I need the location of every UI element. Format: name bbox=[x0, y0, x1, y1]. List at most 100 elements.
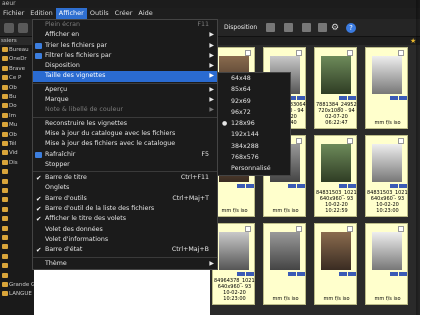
view-menu-item[interactable]: Mise à jour du catalogue avec les fichie… bbox=[33, 129, 217, 139]
select-checkbox[interactable] bbox=[245, 226, 251, 232]
folder-panel-title: ssiers bbox=[0, 37, 34, 45]
view-menu-item[interactable]: Thème ▶ bbox=[33, 259, 217, 269]
select-checkbox[interactable] bbox=[398, 138, 404, 144]
thumbnail-size-option[interactable]: 192x144 bbox=[218, 129, 290, 140]
view-menu-item[interactable]: Volet des données bbox=[33, 225, 217, 235]
menu-item-2[interactable]: Afficher bbox=[55, 8, 87, 19]
app-icon[interactable] bbox=[4, 23, 14, 33]
help-icon[interactable]: ? bbox=[346, 23, 356, 33]
view-menu-item[interactable]: ✔ Barre d'outil de la liste des fichiers bbox=[33, 204, 217, 214]
menu-item-4[interactable]: Créer bbox=[112, 8, 136, 19]
view-menu-item[interactable]: Rafraîchir F5 bbox=[33, 150, 217, 160]
layout-button[interactable]: Disposition bbox=[224, 22, 257, 34]
select-checkbox[interactable] bbox=[347, 50, 353, 56]
folder-tree-item[interactable]: Tél bbox=[0, 140, 34, 149]
view-menu-item[interactable]: ✔ Barre d'outils Ctrl+Maj+T bbox=[33, 194, 217, 204]
thumbnail-size-option[interactable]: Personnalisé bbox=[218, 163, 290, 174]
thumbnail-size-option[interactable]: 64x48 bbox=[218, 73, 290, 84]
folder-tree-item[interactable]: Bureau bbox=[0, 46, 34, 55]
folder-tree-item[interactable]: Bu bbox=[0, 93, 34, 102]
sort-icon[interactable] bbox=[284, 23, 293, 32]
thumbnail-cell[interactable]: mm f/s iso bbox=[365, 47, 408, 129]
select-checkbox[interactable] bbox=[347, 138, 353, 144]
folder-tree-item[interactable] bbox=[0, 187, 34, 196]
view-menu-item[interactable]: Disposition ▶ bbox=[33, 61, 217, 71]
select-checkbox[interactable] bbox=[296, 226, 302, 232]
view-menu-item[interactable]: Onglets bbox=[33, 183, 217, 193]
folder-tree-item[interactable] bbox=[0, 196, 34, 205]
thumbnail-size-option[interactable]: 384x288 bbox=[218, 141, 290, 152]
filter-icon[interactable] bbox=[302, 23, 311, 32]
folder-tree-item[interactable]: Grande Guerre Octobre 2 bbox=[0, 281, 34, 290]
folder-tree-item[interactable] bbox=[0, 178, 34, 187]
folder-tree-item[interactable] bbox=[0, 215, 34, 224]
view-menu-item[interactable]: Reconstruire les vignettes bbox=[33, 119, 217, 129]
folder-tree-item[interactable]: Mu bbox=[0, 121, 34, 130]
folder-tree-item[interactable] bbox=[0, 206, 34, 215]
view-menu-item[interactable]: Aperçu ▶ bbox=[33, 85, 217, 95]
folder-tree-item[interactable]: Vid bbox=[0, 149, 34, 158]
menu-item-5[interactable]: Aide bbox=[135, 8, 155, 19]
folder-tree-item[interactable]: LANGUE bbox=[0, 290, 34, 299]
select-checkbox[interactable] bbox=[398, 226, 404, 232]
view-menu-item[interactable]: Stopper bbox=[33, 160, 217, 170]
select-checkbox[interactable] bbox=[347, 226, 353, 232]
thumbnail-size-option[interactable]: 85x64 bbox=[218, 84, 290, 95]
folder-tree-item[interactable]: OneDr bbox=[0, 55, 34, 64]
view-menu-item[interactable]: ✔ Barre de titre Ctrl+F11 bbox=[33, 173, 217, 183]
menu-item-label: Volet d'informations bbox=[45, 235, 109, 243]
menu-item-icon bbox=[35, 52, 42, 59]
folder-tree-item[interactable] bbox=[0, 253, 34, 262]
badge-icon bbox=[288, 272, 296, 276]
folder-tree-item[interactable] bbox=[0, 272, 34, 281]
menu-item-label: Onglets bbox=[45, 184, 70, 192]
folder-tree-item[interactable] bbox=[0, 262, 34, 271]
view-menu-item[interactable]: ✔ Barre d'état Ctrl+Maj+B bbox=[33, 245, 217, 255]
view-menu-item[interactable]: Volet d'informations bbox=[33, 235, 217, 245]
select-checkbox[interactable] bbox=[398, 50, 404, 56]
folder-tree-item[interactable] bbox=[0, 243, 34, 252]
folder-tree-item[interactable]: Ce P bbox=[0, 74, 34, 83]
menu-item-1[interactable]: Edition bbox=[27, 8, 56, 19]
back-icon[interactable] bbox=[18, 23, 28, 33]
thumbnail-cell[interactable]: 84964378_10219688864187...640x960 - 9310… bbox=[212, 223, 255, 305]
thumbnail-cell[interactable]: 84831503_10219688861187...640x960 - 9310… bbox=[365, 135, 408, 217]
thumbnail-cell[interactable]: mm f/s iso bbox=[365, 223, 408, 305]
view-menu-item[interactable]: Marque ▶ bbox=[33, 95, 217, 105]
menu-item-0[interactable]: Fichier bbox=[0, 8, 27, 19]
thumbnail-size-option[interactable]: 96x72 bbox=[218, 107, 290, 118]
folder-tree-item[interactable]: Ob bbox=[0, 131, 34, 140]
view-menu-item[interactable]: Taille des vignettes ▶ bbox=[33, 71, 217, 82]
thumbnail-cell[interactable]: mm f/s iso bbox=[263, 223, 306, 305]
submenu-arrow-icon: ▶ bbox=[209, 96, 214, 104]
view-menu-item[interactable]: Mise à jour des fichiers avec le catalog… bbox=[33, 139, 217, 149]
gear-icon[interactable]: ⚙ bbox=[331, 23, 339, 33]
select-checkbox[interactable] bbox=[296, 50, 302, 56]
folder-tree-item[interactable]: Dis bbox=[0, 159, 34, 168]
thumbnail-cell[interactable]: mm f/s iso bbox=[314, 223, 357, 305]
menu-item-3[interactable]: Outils bbox=[87, 8, 112, 19]
select-checkbox[interactable] bbox=[245, 50, 251, 56]
folder-tree-item[interactable]: Im bbox=[0, 112, 34, 121]
view-mode-icon[interactable] bbox=[266, 23, 275, 32]
thumbnail-meta: mm f/s iso bbox=[272, 208, 299, 214]
folder-tree-item[interactable]: Brave bbox=[0, 65, 34, 74]
thumbnail-size-option[interactable]: 768x576 bbox=[218, 152, 290, 163]
view-menu-item[interactable]: Trier les fichiers par ▶ bbox=[33, 41, 217, 51]
thumbnail-cell[interactable]: 7881384_2495253984075...720x1080 - 9402-… bbox=[314, 47, 357, 129]
folder-tree-item[interactable] bbox=[0, 234, 34, 243]
folder-icon bbox=[2, 141, 8, 146]
thumbnail-cell[interactable]: 84831503_10219688865...640x960 - 9310-02… bbox=[314, 135, 357, 217]
file-badges bbox=[368, 96, 407, 101]
folder-tree-item[interactable]: Ob bbox=[0, 84, 34, 93]
folder-tree-item[interactable] bbox=[0, 168, 34, 177]
screen-icon[interactable] bbox=[318, 23, 327, 32]
view-menu-item[interactable]: Afficher en ▶ bbox=[33, 30, 217, 40]
select-checkbox[interactable] bbox=[296, 138, 302, 144]
folder-tree-item[interactable]: Do bbox=[0, 102, 34, 111]
view-menu-item[interactable]: ✔ Afficher le titre des volets bbox=[33, 214, 217, 224]
thumbnail-size-option[interactable]: ● 128x96 bbox=[218, 118, 290, 129]
view-menu-item[interactable]: Filtrer les fichiers par ▶ bbox=[33, 51, 217, 61]
thumbnail-size-option[interactable]: 92x69 bbox=[218, 96, 290, 107]
folder-tree-item[interactable] bbox=[0, 225, 34, 234]
